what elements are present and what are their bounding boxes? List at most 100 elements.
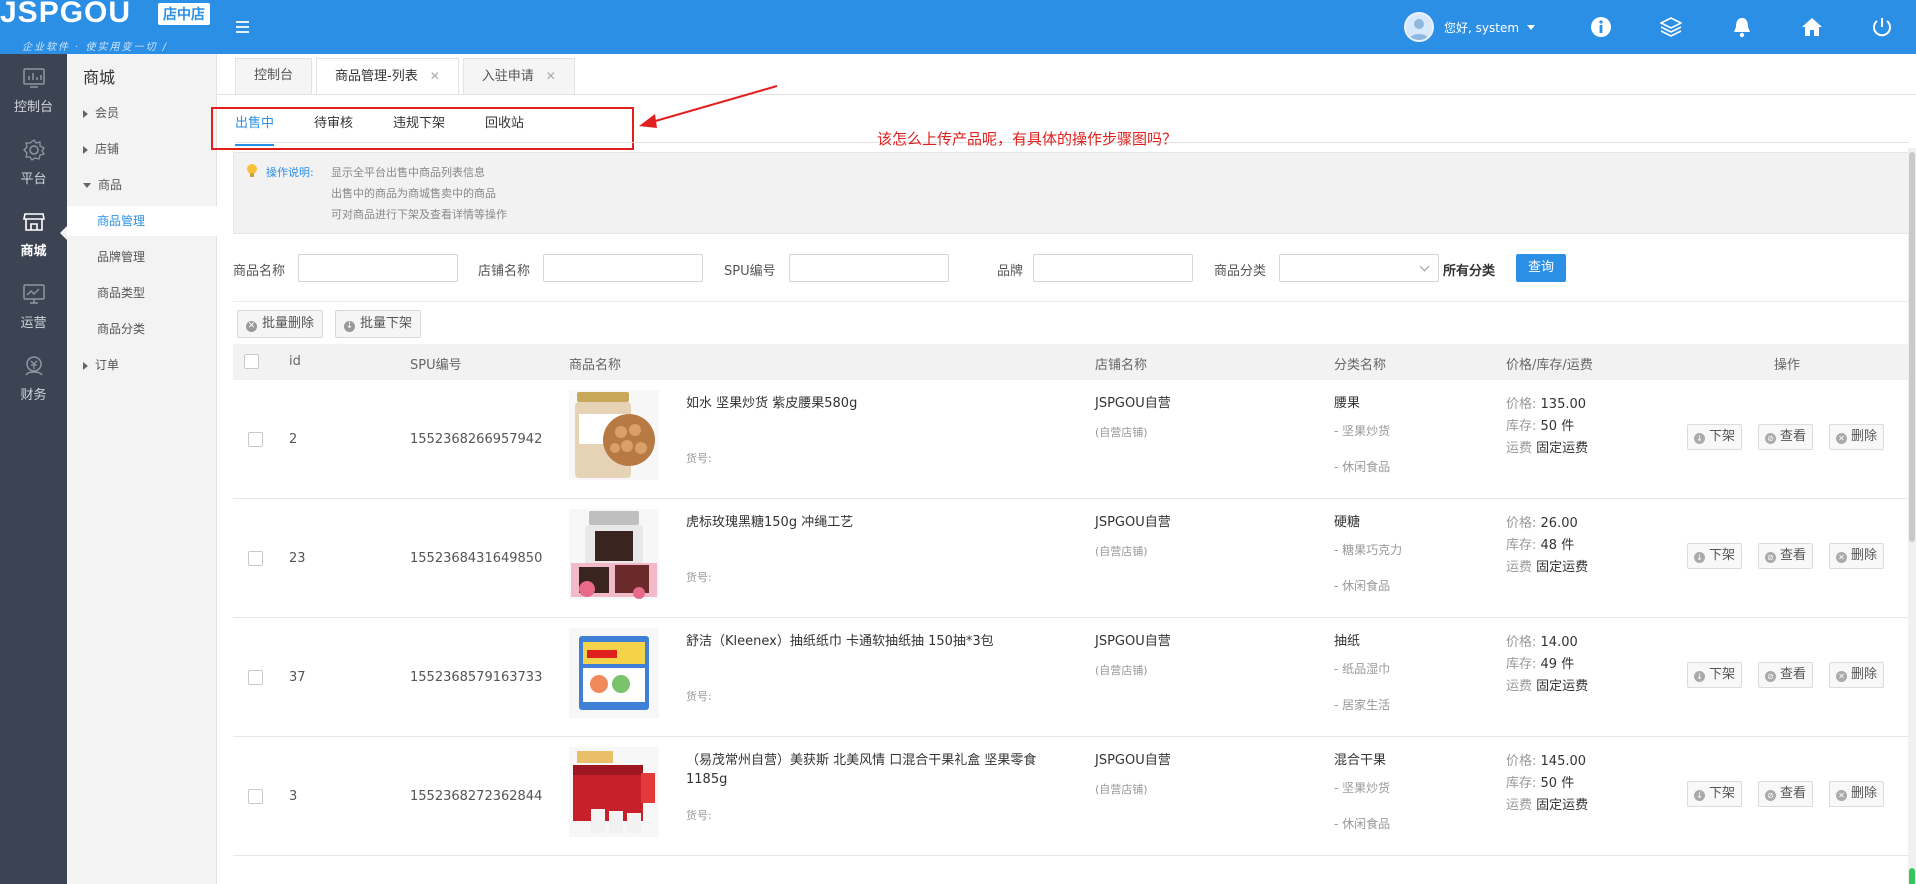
logo-badge: 店中店 (158, 3, 210, 25)
view-icon: ⊘ (1765, 671, 1776, 682)
price-value: 14.00 (1540, 635, 1578, 650)
delete-button[interactable]: ✕ 删除 (1829, 424, 1885, 450)
subtab-violation-removed[interactable]: 违规下架 (393, 110, 445, 140)
row-checkbox[interactable] (248, 551, 263, 566)
home-icon[interactable] (1798, 13, 1826, 41)
sidebar-item-product[interactable]: 商品 (67, 170, 217, 200)
annotation-text: 该怎么上传产品呢，有具体的操作步骤图吗？ (877, 130, 1178, 148)
stock-value: 49 件 (1540, 657, 1575, 672)
category-sub: - 居家生活 (1334, 698, 1391, 712)
vertical-scrollbar[interactable] (1908, 148, 1916, 884)
tab-settle-application[interactable]: 入驻申请 ✕ (462, 58, 575, 94)
shop-name: JSPGOU自营 (1095, 634, 1171, 649)
sidebar-item-product-management[interactable]: 商品管理 (67, 206, 217, 236)
close-icon[interactable]: ✕ (546, 59, 556, 93)
view-icon: ⊘ (1765, 433, 1776, 444)
dashboard-icon (22, 66, 46, 90)
tab-label: 商品管理-列表 (335, 69, 418, 84)
select-all-checkbox[interactable] (244, 354, 259, 369)
row-id: 23 (289, 551, 306, 566)
spu-input[interactable] (789, 254, 949, 282)
header-ops: 操作 (1774, 358, 1801, 373)
subtab-recycle-bin[interactable]: 回收站 (485, 110, 524, 140)
logo-slogan: 企业软件 · 使实用变一切 / (22, 42, 169, 53)
top-bar: JSPGOU 店中店 企业软件 · 使实用变一切 / 您好, system (0, 0, 1916, 54)
product-image[interactable] (569, 747, 659, 837)
sidebar-item-product-category[interactable]: 商品分类 (67, 314, 217, 344)
category-sub: - 休闲食品 (1334, 817, 1391, 831)
product-image[interactable] (569, 509, 659, 599)
product-image[interactable] (569, 390, 659, 480)
tab-dashboard[interactable]: 控制台 (235, 58, 313, 94)
product-name-link[interactable]: 如水 坚果炒货 紫皮腰果580g (686, 394, 1056, 413)
view-button[interactable]: ⊘ 查看 (1758, 543, 1814, 569)
secondary-sidebar: 商城 会员 店铺 商品 商品管理 品牌管理 商品类型 商品分类 订单 (67, 54, 217, 884)
rail-item-platform[interactable]: 平台 (0, 126, 67, 196)
view-button[interactable]: ⊘ 查看 (1758, 424, 1814, 450)
freight-label: 运费 (1506, 560, 1533, 575)
layers-icon[interactable] (1657, 13, 1685, 41)
rail-item-finance[interactable]: 财务 (0, 342, 67, 412)
sidebar-item-shop[interactable]: 店铺 (67, 134, 217, 164)
delete-button[interactable]: ✕ 删除 (1829, 662, 1885, 688)
off-shelf-button[interactable]: ↓ 下架 (1687, 662, 1743, 688)
scrollbar-thumb[interactable] (1909, 152, 1915, 542)
logo[interactable]: JSPGOU 店中店 企业软件 · 使实用变一切 / (0, 0, 220, 54)
product-name-link[interactable]: 舒洁（Kleenex）抽纸纸巾 卡通软抽纸抽 150抽*3包 (686, 632, 1056, 651)
bulk-off-shelf-button[interactable]: ↓ 批量下架 (335, 310, 422, 338)
view-button[interactable]: ⊘ 查看 (1758, 662, 1814, 688)
shop-name-input[interactable] (543, 254, 703, 282)
off-shelf-button[interactable]: ↓ 下架 (1687, 543, 1743, 569)
product-name-link[interactable]: （易茂常州自营）美获斯 北美风情 口混合干果礼盒 坚果零食1185g (686, 751, 1056, 789)
product-name-input[interactable] (298, 254, 458, 282)
row-checkbox[interactable] (248, 670, 263, 685)
subtab-pending-review[interactable]: 待审核 (314, 110, 353, 140)
settings-icon (22, 138, 46, 162)
tab-product-list[interactable]: 商品管理-列表 ✕ (316, 58, 459, 94)
subtab-on-sale[interactable]: 出售中 (235, 110, 275, 146)
rail-item-operations[interactable]: 运营 (0, 270, 67, 340)
row-checkbox[interactable] (248, 789, 263, 804)
bulk-delete-button[interactable]: ✕ 批量删除 (237, 310, 324, 338)
rail-label: 平台 (20, 172, 47, 187)
off-shelf-button[interactable]: ↓ 下架 (1687, 781, 1743, 807)
product-name-link[interactable]: 虎标玫瑰黑糖150g 冲绳工艺 (686, 513, 1056, 532)
power-icon[interactable] (1868, 13, 1896, 41)
delete-button[interactable]: ✕ 删除 (1829, 781, 1885, 807)
sidebar-item-product-type[interactable]: 商品类型 (67, 278, 217, 308)
product-name-label: 商品名称 (233, 264, 286, 279)
down-icon: ↓ (1694, 790, 1705, 801)
table-row: 37 1552368579163733 舒洁（Kleenex）抽纸纸巾 卡通软抽… (233, 618, 1909, 737)
user-menu[interactable]: 您好, system (1404, 10, 1536, 44)
row-checkbox[interactable] (248, 432, 263, 447)
stock-value: 48 件 (1540, 538, 1575, 553)
sidebar-item-member[interactable]: 会员 (67, 98, 217, 128)
divider (217, 94, 1916, 95)
delete-button[interactable]: ✕ 删除 (1829, 543, 1885, 569)
freight-label: 运费 (1506, 679, 1533, 694)
off-shelf-label: 下架 (1709, 429, 1736, 444)
off-shelf-button[interactable]: ↓ 下架 (1687, 424, 1743, 450)
sidebar-item-brand-management[interactable]: 品牌管理 (67, 242, 217, 272)
close-icon[interactable]: ✕ (430, 59, 440, 93)
menu-toggle-icon[interactable] (232, 16, 254, 38)
category-select[interactable] (1279, 254, 1439, 282)
brand-input[interactable] (1033, 254, 1193, 282)
rail-item-dashboard[interactable]: 控制台 (0, 54, 67, 124)
header-spu: SPU编号 (410, 358, 462, 373)
sidebar-item-order[interactable]: 订单 (67, 350, 217, 380)
bell-icon[interactable] (1728, 13, 1756, 41)
product-image[interactable] (569, 628, 659, 718)
view-label: 查看 (1780, 786, 1807, 801)
view-button[interactable]: ⊘ 查看 (1758, 781, 1814, 807)
category-sub: - 纸品湿巾 (1334, 662, 1391, 676)
all-categories-label: 所有分类 (1443, 264, 1496, 279)
sidebar-item-label: 商品 (98, 178, 123, 192)
category-main: 抽纸 (1334, 634, 1361, 649)
query-button[interactable]: 查询 (1516, 254, 1567, 282)
info-icon[interactable] (1587, 13, 1615, 41)
category-label: 商品分类 (1214, 264, 1267, 279)
table-row: 23 1552368431649850 虎标玫瑰黑糖150g 冲绳工艺 货号: … (233, 499, 1909, 618)
remove-icon: ✕ (1836, 790, 1847, 801)
rail-item-store[interactable]: 商城 (0, 198, 67, 268)
